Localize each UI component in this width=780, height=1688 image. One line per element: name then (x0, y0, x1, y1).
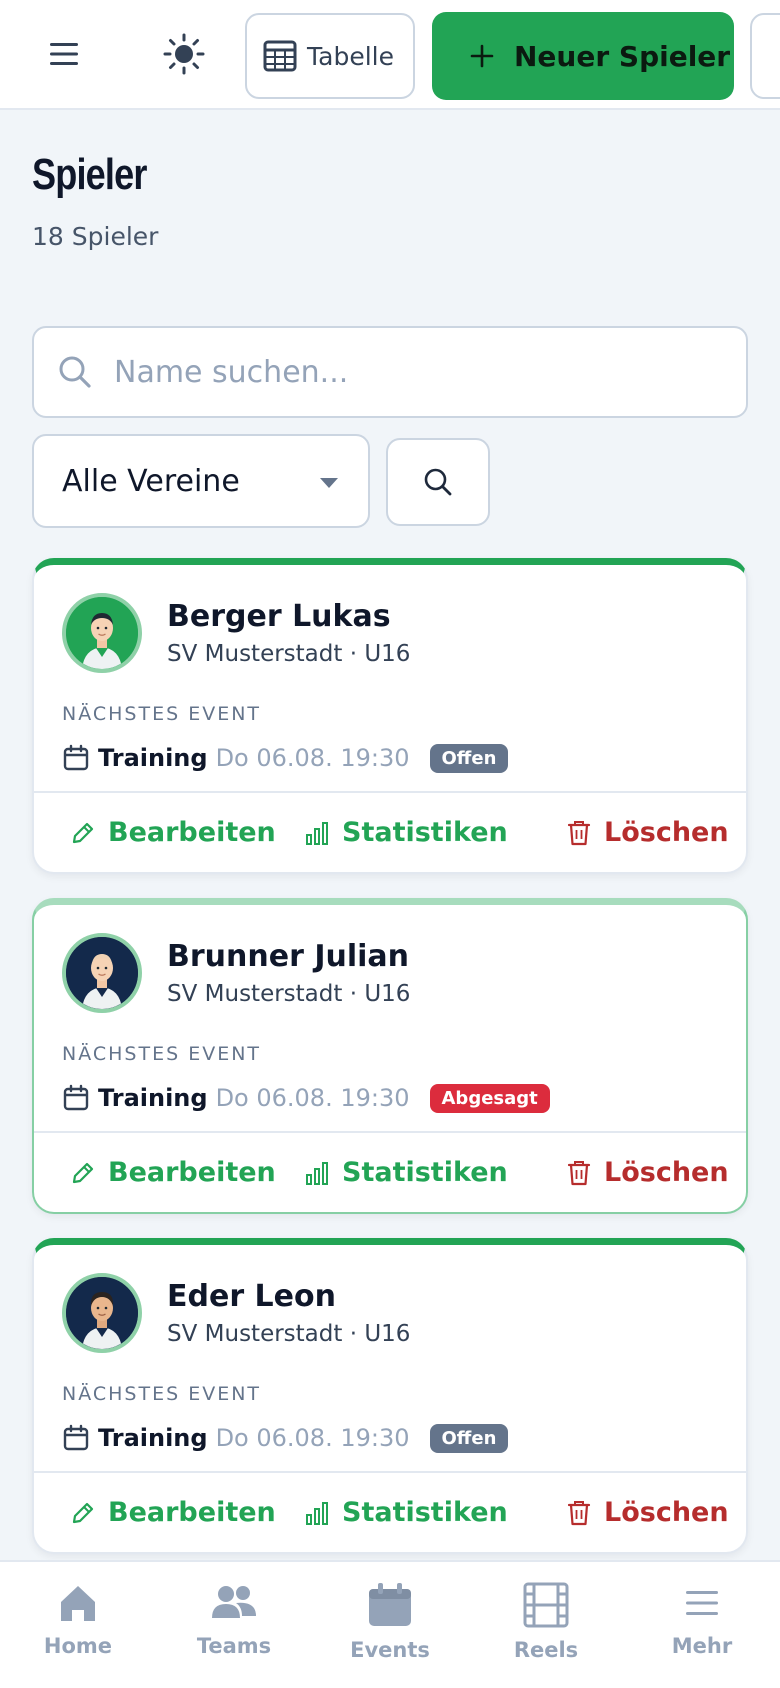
table-icon (263, 40, 297, 72)
chevron-down-icon (320, 478, 338, 488)
menu-button[interactable] (40, 30, 88, 78)
player-count: 18 Spieler (32, 222, 159, 251)
trash-icon (567, 1500, 591, 1525)
delete-label: Löschen (604, 1157, 729, 1188)
bar-chart-icon (306, 821, 328, 845)
card-divider (34, 1471, 746, 1473)
event-date: Do 06.08. 19:30 (215, 1424, 410, 1452)
player-name[interactable]: Berger Lukas (167, 599, 391, 634)
avatar (62, 593, 142, 673)
bar-chart-icon (306, 1501, 328, 1525)
search-input[interactable] (114, 354, 714, 390)
nav-label-events: Events (350, 1638, 430, 1662)
event-type: Training (98, 1084, 208, 1112)
search-icon (59, 356, 91, 388)
search-field[interactable] (32, 326, 748, 418)
club-filter-value: Alle Vereine (62, 463, 240, 499)
new-player-label: Neuer Spieler (514, 39, 731, 73)
page-title: Spieler (32, 150, 147, 199)
status-badge: Abgesagt (429, 1083, 550, 1113)
delete-label: Löschen (604, 817, 729, 848)
filter-search-button[interactable] (386, 438, 490, 526)
nav-item-events[interactable]: Events (330, 1582, 450, 1662)
next-event: Training Do 06.08. 19:30 Offen (62, 1421, 509, 1455)
card-divider (34, 791, 746, 793)
delete-button[interactable]: Löschen (566, 1157, 729, 1188)
event-date: Do 06.08. 19:30 (215, 744, 410, 772)
statistics-label: Statistiken (342, 817, 508, 848)
edit-button[interactable]: Bearbeiten (70, 1497, 276, 1528)
edit-label: Bearbeiten (108, 1497, 276, 1528)
card-divider (34, 1131, 746, 1133)
event-type: Training (98, 744, 208, 772)
new-player-button[interactable]: Neuer Spieler (432, 12, 734, 100)
menu-icon (686, 1591, 718, 1615)
delete-button[interactable]: Löschen (566, 817, 729, 848)
statistics-button[interactable]: Statistiken (304, 1157, 508, 1188)
trash-icon (567, 1160, 591, 1185)
player-name[interactable]: Brunner Julian (167, 939, 409, 974)
nav-label-more: Mehr (671, 1634, 733, 1658)
delete-button[interactable]: Löschen (566, 1497, 729, 1528)
statistics-label: Statistiken (342, 1497, 508, 1528)
nav-item-more[interactable]: Mehr (642, 1582, 762, 1658)
search-icon (424, 468, 452, 496)
table-view-button[interactable]: Tabelle (245, 13, 415, 99)
edit-button[interactable]: Bearbeiten (70, 817, 276, 848)
bottom-navigation: Home Teams Events Reels Mehr (0, 1560, 780, 1688)
more-header-button[interactable] (750, 13, 780, 99)
event-type: Training (98, 1424, 208, 1452)
calendar-icon (369, 1583, 411, 1626)
edit-label: Bearbeiten (108, 817, 276, 848)
statistics-label: Statistiken (342, 1157, 508, 1188)
avatar (62, 1273, 142, 1353)
nav-label-teams: Teams (196, 1634, 272, 1658)
users-icon (212, 1586, 256, 1618)
next-event-heading: NÄCHSTES EVENT (62, 703, 262, 725)
player-club-team: SV Musterstadt · U16 (167, 981, 411, 1007)
table-view-label: Tabelle (307, 41, 394, 71)
event-date: Do 06.08. 19:30 (215, 1084, 410, 1112)
club-filter-select[interactable]: Alle Vereine (32, 434, 370, 528)
sun-icon (163, 33, 205, 75)
bar-chart-icon (306, 1161, 328, 1185)
status-badge: Offen (429, 743, 509, 773)
nav-label-reels: Reels (513, 1638, 579, 1662)
nav-item-reels[interactable]: Reels (486, 1582, 606, 1662)
status-badge: Offen (429, 1423, 509, 1453)
pencil-icon (72, 1162, 94, 1183)
trash-icon (567, 820, 591, 845)
player-card[interactable]: Brunner Julian SV Musterstadt · U16 NÄCH… (32, 898, 748, 1214)
film-icon (523, 1582, 569, 1628)
next-event: Training Do 06.08. 19:30 Abgesagt (62, 1081, 550, 1115)
edit-label: Bearbeiten (108, 1157, 276, 1188)
nav-label-home: Home (43, 1634, 113, 1658)
pencil-icon (72, 822, 94, 843)
player-club-team: SV Musterstadt · U16 (167, 1321, 411, 1347)
statistics-button[interactable]: Statistiken (304, 1497, 508, 1528)
plus-icon (470, 44, 494, 68)
statistics-button[interactable]: Statistiken (304, 817, 508, 848)
next-event-heading: NÄCHSTES EVENT (62, 1043, 262, 1065)
avatar (62, 933, 142, 1013)
player-card[interactable]: Berger Lukas SV Musterstadt · U16 NÄCHST… (32, 558, 748, 874)
next-event-heading: NÄCHSTES EVENT (62, 1383, 262, 1405)
calendar-icon (62, 744, 90, 772)
top-bar: Tabelle Neuer Spieler (0, 0, 780, 110)
delete-label: Löschen (604, 1497, 729, 1528)
calendar-icon (62, 1084, 90, 1112)
home-icon (61, 1586, 95, 1621)
player-name[interactable]: Eder Leon (167, 1279, 336, 1314)
menu-icon (50, 43, 78, 65)
player-card[interactable]: Eder Leon SV Musterstadt · U16 NÄCHSTES … (32, 1238, 748, 1554)
nav-item-teams[interactable]: Teams (174, 1582, 294, 1658)
player-club-team: SV Musterstadt · U16 (167, 641, 411, 667)
calendar-icon (62, 1424, 90, 1452)
next-event: Training Do 06.08. 19:30 Offen (62, 741, 509, 775)
nav-item-home[interactable]: Home (18, 1582, 138, 1658)
edit-button[interactable]: Bearbeiten (70, 1157, 276, 1188)
theme-toggle-button[interactable] (160, 30, 208, 78)
pencil-icon (72, 1502, 94, 1523)
